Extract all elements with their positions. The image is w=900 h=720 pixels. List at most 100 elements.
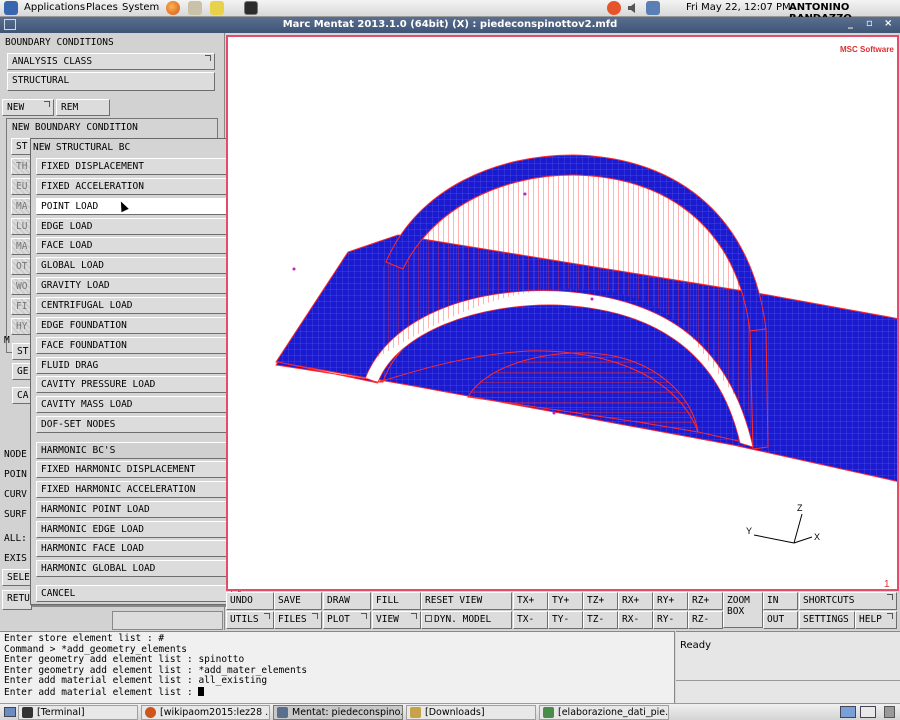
popup-item[interactable]: POINT LOAD — [36, 197, 232, 215]
menu-places[interactable]: Places — [86, 2, 118, 13]
workspace-switcher-2[interactable] — [860, 706, 876, 718]
popup-item[interactable]: FIXED DISPLACEMENT — [36, 158, 232, 175]
popup-item[interactable]: HARMONIC GLOBAL LOAD — [36, 560, 232, 578]
top-panel: Applications Places System Fri May 22, 1… — [0, 0, 900, 24]
plot-button[interactable]: PLOT — [323, 611, 371, 629]
save-button[interactable]: SAVE — [274, 592, 322, 610]
tz-minus-button[interactable]: TZ- — [583, 611, 618, 629]
clock[interactable]: Fri May 22, 12:07 PM — [686, 2, 791, 13]
select-button[interactable]: SELE — [2, 569, 32, 586]
partial-button[interactable]: GE — [12, 363, 32, 380]
graphics-viewport[interactable]: MSC Software Z Y X 1 — [226, 35, 899, 591]
partial-label: M — [4, 335, 10, 346]
popup-item[interactable]: CAVITY MASS LOAD — [36, 396, 232, 414]
existing-label: EXIS — [4, 553, 27, 564]
console-input-line[interactable]: Enter add material element list : — [4, 686, 670, 699]
analysis-class-button[interactable]: ANALYSIS CLASS — [7, 53, 215, 70]
node-marker[interactable] — [523, 192, 527, 196]
network-icon[interactable] — [646, 1, 660, 15]
node-marker[interactable] — [292, 267, 296, 271]
tz-plus-button[interactable]: TZ+ — [583, 592, 618, 610]
point-label: POIN — [4, 469, 27, 480]
trash-icon[interactable] — [884, 706, 895, 718]
files-button[interactable]: FILES — [274, 611, 322, 629]
workspace-switcher-1[interactable] — [840, 706, 856, 718]
popup-item[interactable]: EDGE LOAD — [36, 217, 232, 235]
gnome-foot-icon[interactable] — [4, 1, 18, 15]
popup-item[interactable]: HARMONIC FACE LOAD — [36, 540, 232, 558]
popup-item[interactable]: HARMONIC POINT LOAD — [36, 500, 232, 518]
rx-minus-button[interactable]: RX- — [618, 611, 653, 629]
node-marker[interactable] — [552, 411, 556, 415]
corner-arrow-icon — [264, 613, 270, 619]
popup-item[interactable]: FACE LOAD — [36, 237, 232, 255]
draw-button[interactable]: DRAW — [323, 592, 371, 610]
fill-button[interactable]: FILL — [372, 592, 421, 610]
command-console[interactable]: Enter store element list : # Command > *a… — [0, 631, 675, 703]
rem-button[interactable]: REM — [56, 99, 110, 116]
return-button[interactable]: RETU — [2, 590, 32, 610]
popup-item[interactable]: CENTRIFUGAL LOAD — [36, 296, 232, 314]
partial-button[interactable]: CA — [12, 387, 32, 404]
zoom-out-button[interactable]: OUT — [763, 611, 798, 629]
shortcuts-button[interactable]: SHORTCUTS — [799, 592, 897, 610]
menu-system[interactable]: System — [122, 2, 159, 13]
partial-button[interactable]: ST — [12, 343, 32, 360]
task-downloads[interactable]: [Downloads] — [406, 705, 536, 720]
ty-minus-button[interactable]: TY- — [548, 611, 583, 629]
zoom-in-button[interactable]: IN — [763, 592, 798, 610]
model-canvas[interactable]: MSC Software Z Y X 1 — [228, 37, 897, 589]
cancel-button[interactable]: CANCEL — [36, 585, 232, 602]
settings-button[interactable]: SETTINGS — [799, 611, 855, 629]
popup-item[interactable]: CAVITY PRESSURE LOAD — [36, 376, 232, 394]
rz-plus-button[interactable]: RZ+ — [688, 592, 723, 610]
mail-icon[interactable] — [188, 1, 202, 15]
task-browser[interactable]: [wikipaom2015:lez28 ... — [141, 705, 270, 720]
help-button[interactable]: HELP — [855, 611, 897, 629]
ry-plus-button[interactable]: RY+ — [653, 592, 688, 610]
tx-minus-button[interactable]: TX- — [513, 611, 548, 629]
tx-plus-button[interactable]: TX+ — [513, 592, 548, 610]
close-button[interactable]: × — [884, 18, 892, 29]
arch-right-leg[interactable] — [749, 328, 769, 450]
ty-plus-button[interactable]: TY+ — [548, 592, 583, 610]
ry-minus-button[interactable]: RY- — [653, 611, 688, 629]
task-terminal[interactable]: [Terminal] — [18, 705, 138, 720]
status-text: Ready — [680, 640, 712, 651]
menu-applications[interactable]: Applications — [24, 2, 85, 13]
maximize-button[interactable]: ▫ — [866, 18, 873, 29]
popup-item[interactable]: GRAVITY LOAD — [36, 277, 232, 295]
popup-item[interactable]: FIXED ACCELERATION — [36, 177, 232, 195]
reset-view-button[interactable]: RESET VIEW — [421, 592, 512, 610]
view-button[interactable]: VIEW — [372, 611, 421, 629]
popup-item[interactable]: FIXED HARMONIC ACCELERATION — [36, 480, 232, 498]
popup-item[interactable]: GLOBAL LOAD — [36, 257, 232, 275]
zoom-box-button[interactable]: ZOOM BOX — [723, 592, 763, 628]
structural-button[interactable]: STRUCTURAL — [7, 72, 215, 91]
show-desktop-icon[interactable] — [4, 707, 16, 717]
firefox-icon[interactable] — [166, 1, 180, 15]
popup-item[interactable]: FIXED HARMONIC DISPLACEMENT — [36, 461, 232, 478]
rz-minus-button[interactable]: RZ- — [688, 611, 723, 629]
notes-icon[interactable] — [210, 1, 224, 15]
popup-item[interactable]: HARMONIC EDGE LOAD — [36, 520, 232, 538]
window-titlebar[interactable]: Marc Mentat 2013.1.0 (64bit) (X) : piede… — [0, 17, 900, 33]
popup-item[interactable]: EDGE FOUNDATION — [36, 316, 232, 334]
rx-plus-button[interactable]: RX+ — [618, 592, 653, 610]
undo-button[interactable]: UNDO — [226, 592, 274, 610]
extra-button[interactable] — [112, 611, 223, 630]
task-elaborazione[interactable]: [elaborazione_dati_pie... — [539, 705, 669, 720]
new-button[interactable]: NEW — [2, 99, 54, 116]
dyn-model-toggle[interactable]: DYN. MODEL — [421, 611, 512, 629]
axis-y-label: Y — [746, 526, 752, 536]
minimize-button[interactable]: _ — [848, 18, 853, 29]
volume-icon[interactable] — [627, 2, 639, 14]
task-mentat[interactable]: Mentat: piedeconspino... — [273, 705, 403, 720]
popup-item[interactable]: FLUID DRAG — [36, 356, 232, 374]
utils-button[interactable]: UTILS — [226, 611, 274, 629]
update-alert-icon[interactable] — [607, 1, 621, 15]
node-marker[interactable] — [590, 297, 594, 301]
terminal-launcher-icon[interactable] — [244, 1, 258, 15]
popup-item[interactable]: FACE FOUNDATION — [36, 336, 232, 354]
popup-item[interactable]: DOF-SET NODES — [36, 416, 232, 434]
